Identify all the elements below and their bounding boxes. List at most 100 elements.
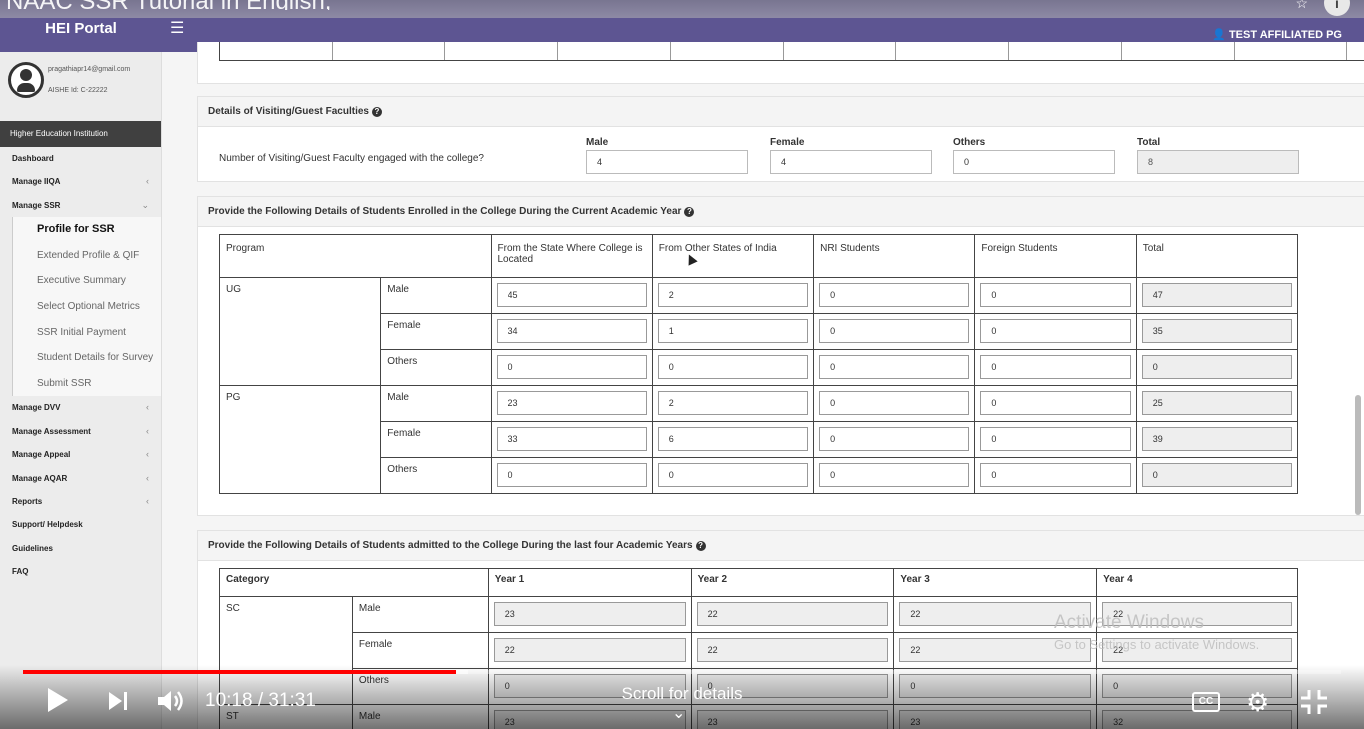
count-input[interactable] [819,391,970,415]
gender-cell: Others [380,349,492,386]
profile-aishe-id: AISHE Id: C-22222 [48,87,108,94]
chevron-left-icon: ‹ [146,425,149,436]
exit-fullscreen-icon[interactable] [1301,690,1327,714]
help-icon[interactable]: ? [371,107,382,117]
count-input[interactable] [819,355,970,379]
panel-title: Details of Visiting/Guest Faculties [208,106,369,117]
user-name: TEST AFFILIATED PG [1228,29,1342,41]
star-icon[interactable]: ☆ [1295,0,1308,12]
col-header-year-4: Year 4 [1096,568,1298,597]
sidebar-item-label: FAQ [12,567,29,577]
col-header-year-2: Year 2 [690,568,895,597]
count-input[interactable] [496,463,647,487]
visiting-others-input[interactable]: 0 [953,150,1115,174]
info-icon[interactable]: i [1324,0,1350,16]
value-cell [490,385,653,422]
page-scrollbar[interactable] [1355,395,1361,515]
value-cell [651,457,815,494]
video-title[interactable]: NAAC SSR Tutorial in English, [6,0,331,10]
chevron-left-icon: ‹ [146,176,149,187]
visiting-male-input[interactable]: 4 [586,150,748,174]
count-input[interactable] [980,463,1131,487]
sidebar-subitem-executive-summary[interactable]: Executive Summary [12,268,161,294]
scroll-for-details[interactable]: Scroll for details [0,684,1364,704]
col-header-year-3: Year 3 [893,568,1098,597]
sidebar-subitem-submit-ssr[interactable]: Submit SSR [12,370,161,397]
value-cell [1135,277,1299,314]
profile-card: pragathiapr14@gmail.com AISHE Id: C-2222… [0,52,161,120]
count-input[interactable] [496,391,647,415]
total-label: Total [1137,137,1161,148]
sidebar-item-label: Manage Appeal [12,450,71,460]
sidebar-item-manage-dvv[interactable]: Manage DVV ‹ [0,396,161,419]
help-icon[interactable]: ? [695,541,706,551]
col-header-category: Category [219,568,489,597]
others-label: Others [953,137,986,148]
sidebar-item-manage-iiqa[interactable]: Manage IIQA ‹ [0,170,161,193]
male-label: Male [586,137,609,148]
count-input[interactable] [980,391,1131,415]
gender-cell: Others [380,457,492,494]
panel-title: Provide the Following Details of Student… [208,206,682,217]
count-input[interactable] [657,355,809,379]
count-input[interactable] [819,283,970,307]
total-field [1141,355,1292,379]
value-cell [487,632,692,669]
count-input[interactable] [980,427,1131,451]
count-input[interactable] [980,283,1131,307]
count-input[interactable] [496,355,647,379]
sidebar-item-manage-assessment[interactable]: Manage Assessment ‹ [0,420,161,443]
sidebar-item-manage-appeal[interactable]: Manage Appeal ‹ [0,443,161,466]
menu-toggle-icon[interactable]: ☰ [170,18,184,38]
count-input[interactable] [657,391,809,415]
visiting-faculty-panel: Details of Visiting/Guest Faculties? Num… [197,96,1364,182]
count-input[interactable] [980,355,1131,379]
count-input[interactable] [496,283,647,307]
count-input[interactable] [657,283,809,307]
user-icon: 👤 [1212,29,1226,41]
count-input[interactable] [819,319,970,343]
col-header-total: Total [1135,234,1299,278]
count-input[interactable] [657,427,809,451]
sidebar-item-faq[interactable]: FAQ [0,560,161,583]
sidebar-subitem-extended-profile[interactable]: Extended Profile & QIF [12,242,161,269]
value-cell [651,421,815,458]
count-input[interactable] [819,427,970,451]
count-input[interactable] [657,463,809,487]
count-input[interactable] [496,319,647,343]
help-icon[interactable]: ? [684,207,695,217]
sidebar-item-reports[interactable]: Reports ‹ [0,490,161,513]
sidebar-subitem-optional-metrics[interactable]: Select Optional Metrics [12,293,161,320]
sidebar-item-label: Manage DVV [12,403,61,413]
sidebar-subitem-ssr-payment[interactable]: SSR Initial Payment [12,319,161,346]
col-header-program: Program [219,234,492,278]
count-input[interactable] [496,427,647,451]
chevron-down-icon[interactable]: ⌄ [672,703,685,723]
sidebar-item-dashboard[interactable]: Dashboard [0,147,161,170]
year-count-field [493,602,686,626]
value-cell [813,421,976,458]
sidebar-item-guidelines[interactable]: Guidelines [0,537,161,560]
value-cell [690,632,895,669]
sidebar-item-manage-aqar[interactable]: Manage AQAR ‹ [0,467,161,490]
sidebar-item-manage-ssr[interactable]: Manage SSR ⌄ [0,194,161,217]
program-cell: UG [218,277,382,386]
visiting-female-input[interactable]: 4 [770,150,932,174]
progress-played [23,670,456,674]
count-input[interactable] [819,463,970,487]
value-cell [490,349,653,386]
count-input[interactable] [657,319,809,343]
sidebar-subitem-student-details[interactable]: Student Details for Survey [12,345,161,371]
captions-icon[interactable]: CC [1192,692,1220,712]
chevron-left-icon: ‹ [146,449,149,460]
count-input[interactable] [980,319,1131,343]
value-cell [974,385,1137,422]
sidebar-subitem-profile-for-ssr[interactable]: Profile for SSR [12,217,161,243]
sidebar-item-support[interactable]: Support/ Helpdesk [0,513,161,536]
value-cell [813,457,976,494]
settings-gear-icon[interactable]: ⚙ [1246,689,1269,715]
user-menu[interactable]: 👤 TEST AFFILIATED PG [1212,28,1342,41]
value-cell [813,277,976,314]
col-header-foreign: Foreign Students [974,234,1137,278]
value-cell [1135,457,1299,494]
